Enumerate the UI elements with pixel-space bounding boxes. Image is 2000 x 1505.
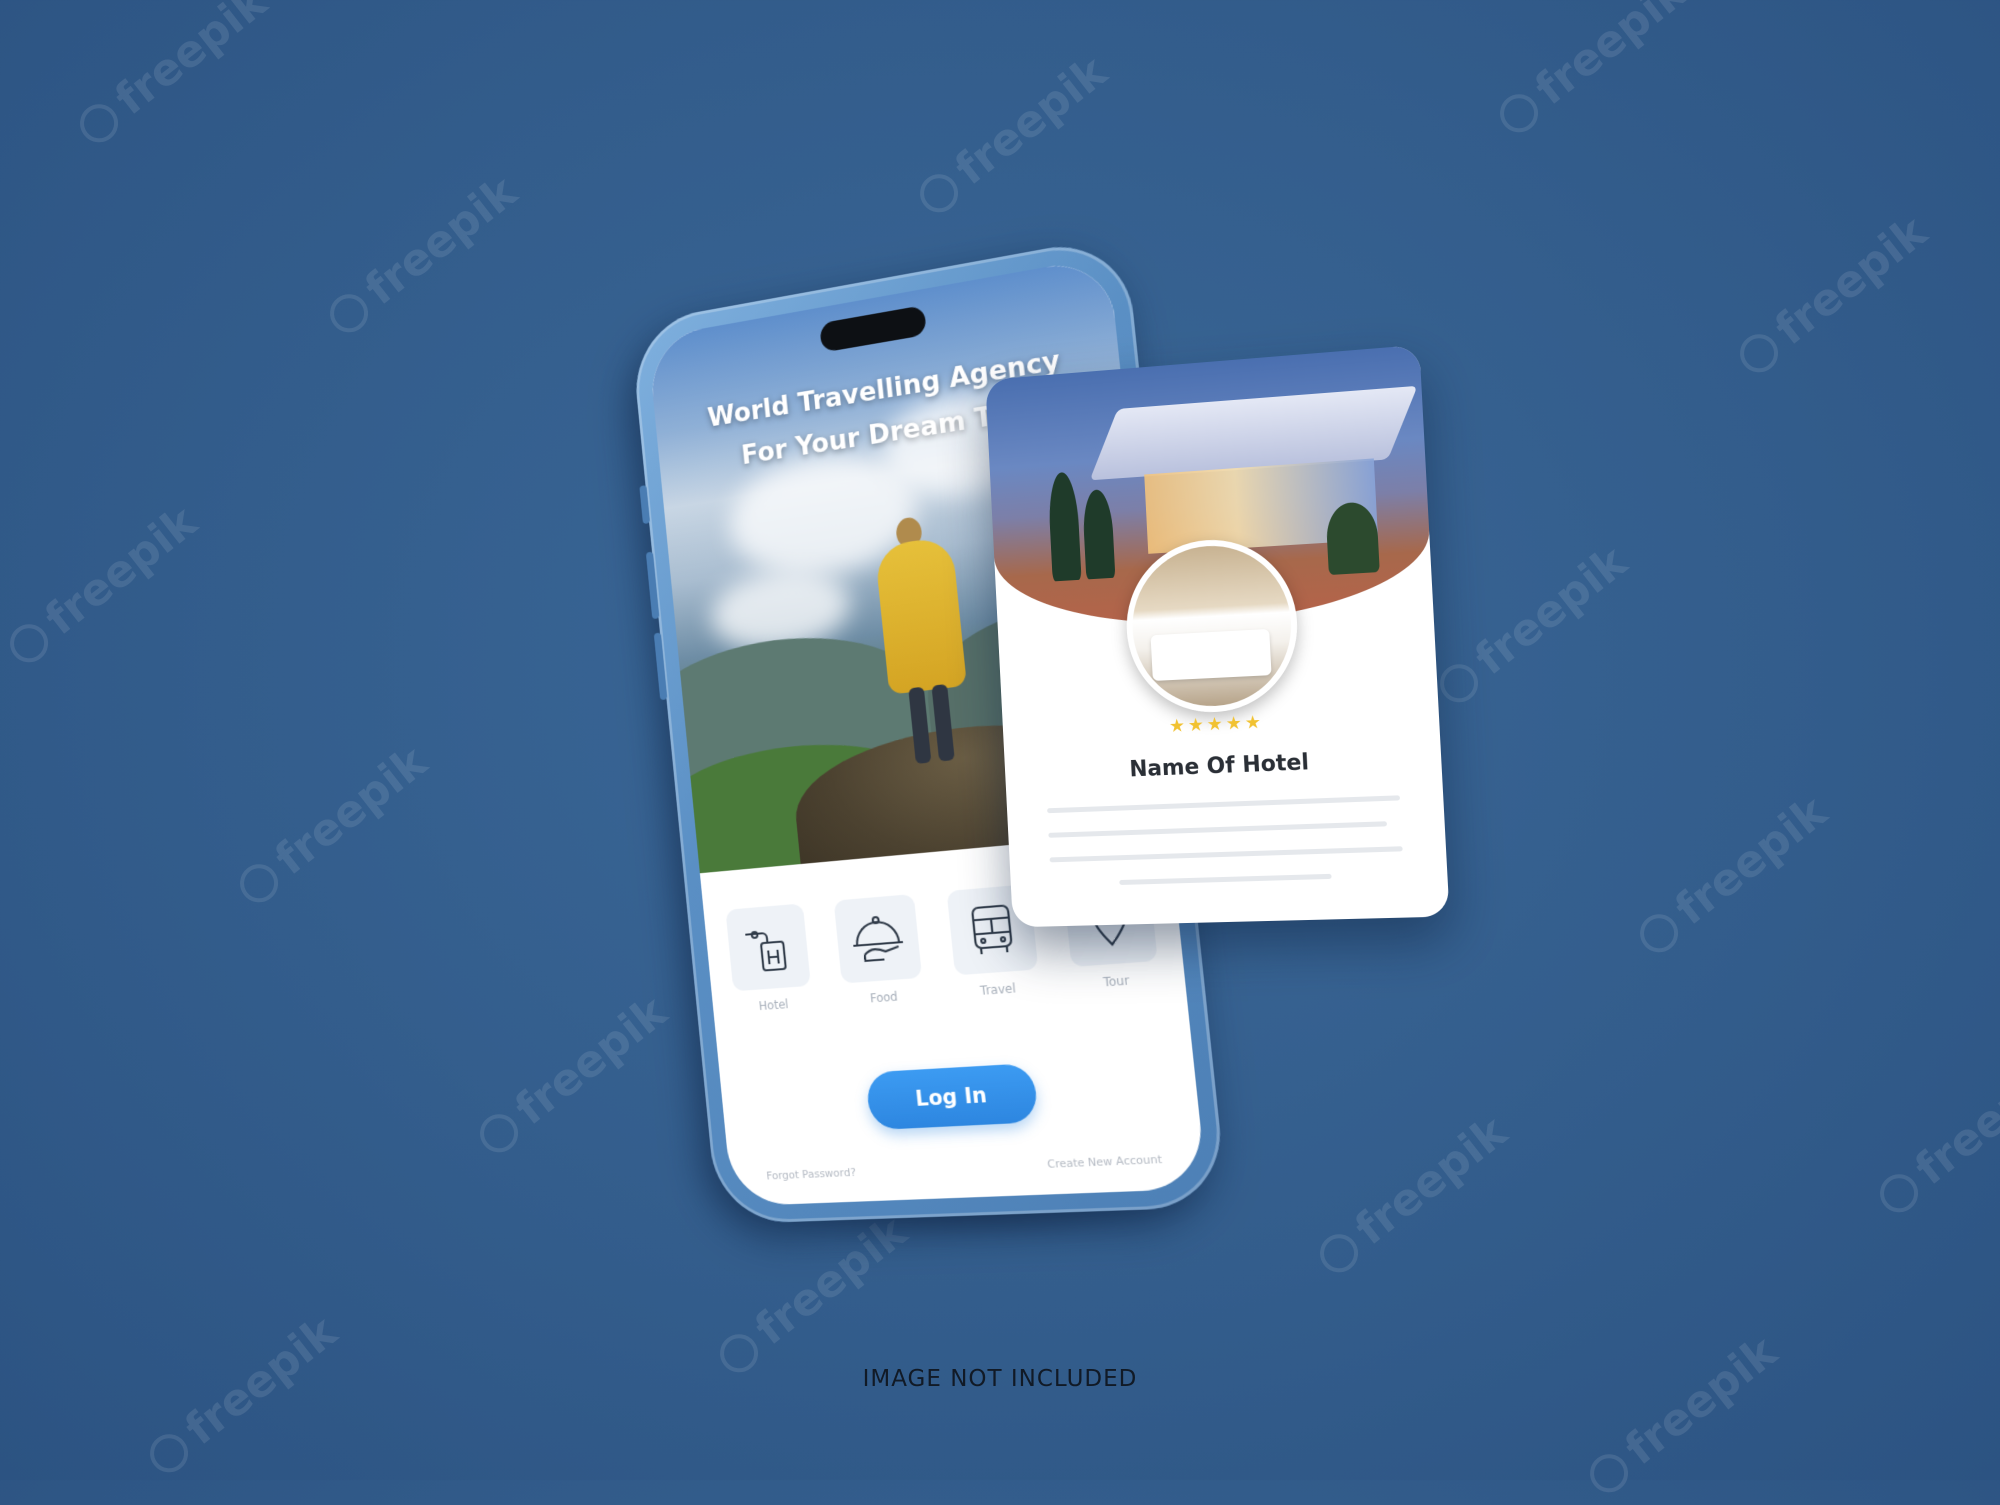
watermark: freepik bbox=[1628, 786, 1836, 964]
hotel-card[interactable]: ★★★★★ Name Of Hotel bbox=[985, 344, 1450, 928]
watermark: freepik bbox=[1868, 1046, 2000, 1224]
service-food[interactable]: Food bbox=[830, 893, 929, 1008]
service-label: Tour bbox=[1102, 973, 1130, 990]
watermark: freepik bbox=[1728, 206, 1936, 384]
hotel-description bbox=[1047, 795, 1405, 906]
service-label: Food bbox=[869, 989, 899, 1006]
watermark: freepik bbox=[0, 496, 206, 674]
service-label: Travel bbox=[979, 981, 1017, 998]
watermark: freepik bbox=[1488, 0, 1696, 145]
service-hotel[interactable]: Hotel bbox=[722, 903, 817, 1015]
login-button[interactable]: Log In bbox=[865, 1062, 1039, 1131]
watermark: freepik bbox=[68, 0, 276, 155]
forgot-password-link[interactable]: Forgot Password? bbox=[766, 1166, 857, 1183]
footer-links: Forgot Password? Create New Account bbox=[766, 1153, 1163, 1183]
watermark: freepik bbox=[1428, 536, 1636, 714]
watermark: freepik bbox=[138, 1306, 346, 1484]
hotel-key-icon bbox=[738, 917, 797, 978]
watermark: freepik bbox=[1308, 1106, 1516, 1284]
watermark: freepik bbox=[908, 46, 1116, 224]
watermark: freepik bbox=[318, 166, 526, 344]
watermark: freepik bbox=[228, 736, 436, 914]
service-label: Hotel bbox=[758, 997, 789, 1014]
image-caption: IMAGE NOT INCLUDED bbox=[862, 1366, 1138, 1392]
create-account-link[interactable]: Create New Account bbox=[1047, 1153, 1163, 1171]
hotel-name: Name Of Hotel bbox=[1128, 750, 1310, 783]
food-cloche-icon bbox=[846, 908, 911, 970]
watermark: freepik bbox=[468, 986, 676, 1164]
watermark: freepik bbox=[1578, 1326, 1786, 1504]
